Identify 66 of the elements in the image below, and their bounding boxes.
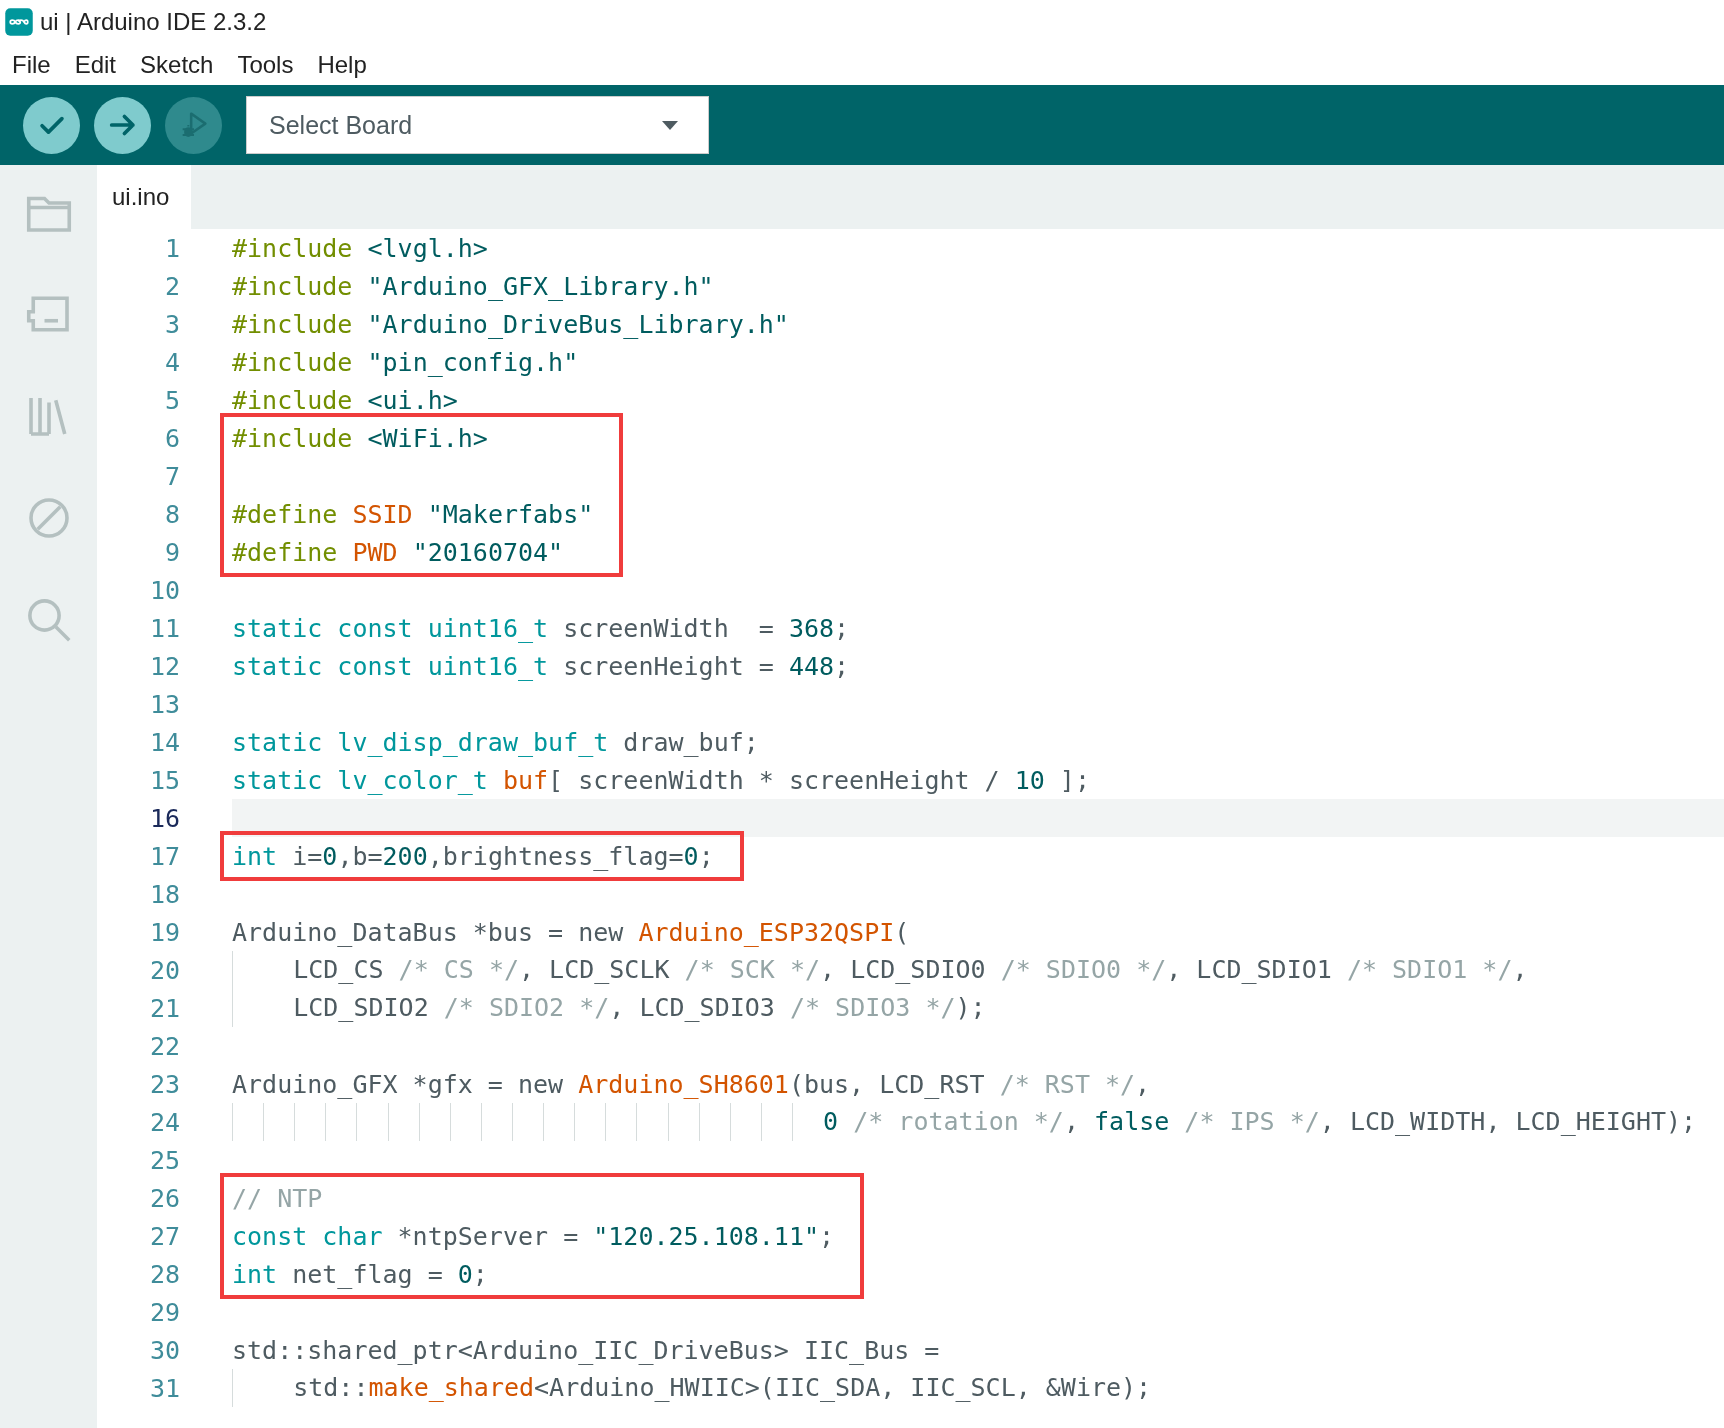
line-number: 8 [163, 499, 181, 529]
line-number: 10 [148, 575, 181, 605]
line-number: 3 [163, 309, 181, 339]
line-number: 17 [148, 841, 181, 871]
line-number: 9 [163, 537, 181, 567]
code-line: #include <WiFi.h> [232, 422, 489, 455]
line-number: 27 [148, 1221, 181, 1251]
line-number: 23 [148, 1069, 181, 1099]
line-number: 11 [148, 613, 181, 643]
code-line: #define SSID "Makerfabs" [232, 498, 595, 531]
code-line: #define PWD "20160704" [232, 536, 565, 569]
menu-item[interactable]: Edit [74, 50, 117, 79]
line-number: 13 [148, 689, 181, 719]
code-line: #include "Arduino_GFX_Library.h" [232, 270, 715, 303]
code-line: // NTP [232, 1182, 324, 1215]
line-number: 1 [163, 233, 181, 263]
code-line: int i=0,b=200,brightness_flag=0; [232, 840, 715, 873]
line-number: 20 [148, 955, 181, 985]
line-number: 4 [163, 347, 181, 377]
code-line: LCD_CS /* CS */, LCD_SCLK /* SCK */, LCD_SDIO0 /* SDIO0 */, LCD_SDIO1 /* SDIO1 */, [232, 951, 1724, 989]
code-line: std::shared_ptr<Arduino_IIC_DriveBus> IIC_Bus = [232, 1334, 941, 1367]
window-title: ui | Arduino IDE 2.3.2 [40, 8, 267, 36]
line-number: 22 [148, 1031, 181, 1061]
menu-item[interactable]: Help [317, 50, 367, 79]
code-line: static lv_color_t buf[ screenWidth * screenHeight / 10 ]; [232, 764, 1091, 797]
code-line: #include "Arduino_DriveBus_Library.h" [232, 308, 790, 341]
line-number: 28 [148, 1259, 181, 1289]
code-line: const char *ntpServer = "120.25.108.11"; [232, 1220, 836, 1253]
board-select-dropdown[interactable]: Select Board [246, 96, 709, 154]
line-number: 26 [148, 1183, 181, 1213]
menu-item[interactable]: Tools [237, 50, 294, 79]
line-number: 16 [148, 803, 181, 833]
menu-item[interactable]: Sketch [140, 50, 214, 79]
code-line: static const uint16_t screenHeight = 448; [232, 650, 851, 683]
line-number: 7 [163, 461, 181, 491]
code-line: #include <lvgl.h> [232, 232, 489, 265]
line-number: 12 [148, 651, 181, 681]
line-number: 31 [148, 1373, 181, 1403]
line-number: 30 [148, 1335, 181, 1365]
upload-button[interactable] [94, 96, 151, 154]
line-number: 2 [163, 271, 181, 301]
code-line: int net_flag = 0; [232, 1258, 489, 1291]
line-number: 25 [148, 1145, 181, 1175]
line-number: 19 [148, 917, 181, 947]
code-line: static const uint16_t screenWidth = 368; [232, 612, 851, 645]
line-number: 21 [148, 993, 181, 1023]
menu-item[interactable]: File [12, 50, 51, 79]
line-number: 15 [148, 765, 181, 795]
code-line: #include "pin_config.h" [232, 346, 580, 379]
line-number: 18 [148, 879, 181, 909]
code-line: static lv_disp_draw_buf_t draw_buf; [232, 726, 760, 759]
verify-button[interactable] [23, 96, 80, 154]
line-number: 24 [148, 1107, 181, 1137]
caret-icon [662, 120, 678, 130]
line-number: 29 [148, 1297, 181, 1327]
line-number: 5 [163, 385, 181, 415]
code-line: LCD_SDIO2 /* SDIO2 */, LCD_SDIO3 /* SDIO3 */); [232, 989, 1724, 1027]
file-tab[interactable]: ui.ino [97, 165, 192, 229]
line-number: 6 [163, 423, 181, 453]
line-number: 14 [148, 727, 181, 757]
code-line: 0 /* rotation */, false /* IPS */, LCD_WIDTH, LCD_HEIGHT); [232, 1103, 1724, 1141]
code-line: Arduino_GFX *gfx = new Arduino_SH8601(bus, LCD_RST /* RST */, [232, 1068, 1152, 1101]
app-logo-icon [4, 7, 34, 37]
code-line: std::make_shared<Arduino_HWIIC>(IIC_SDA, IIC_SCL, &Wire); [232, 1369, 1724, 1407]
code-line: #include <ui.h> [232, 384, 459, 417]
code-line: Arduino_DataBus *bus = new Arduino_ESP32QSPI( [232, 916, 911, 949]
